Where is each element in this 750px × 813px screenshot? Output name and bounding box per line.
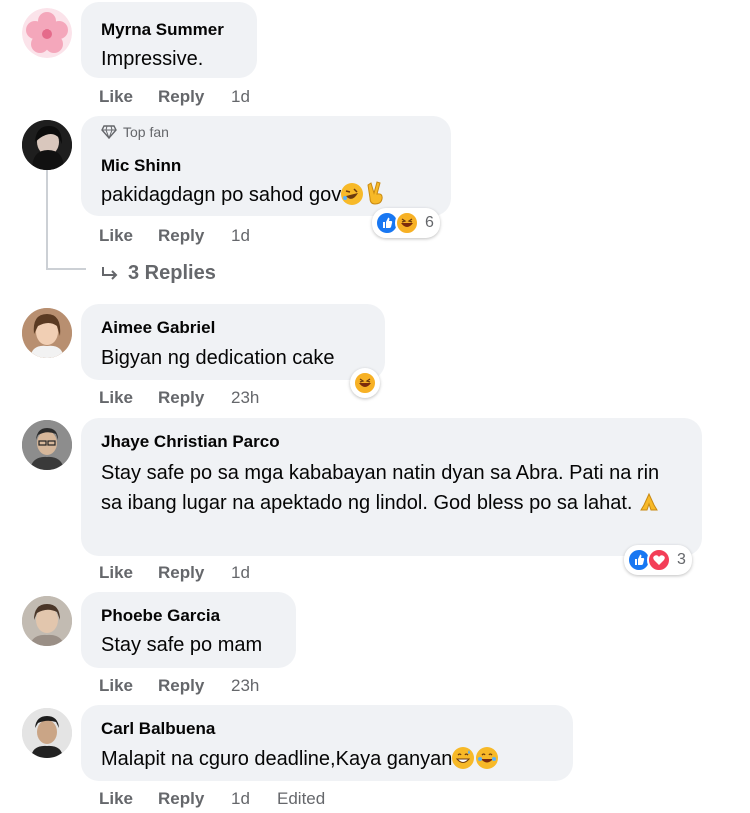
edited-label[interactable]: Edited [277,789,325,809]
avatar[interactable] [22,420,72,470]
reply-button[interactable]: Reply [158,789,204,809]
comment-text: Stay safe po sa mga kababayan natin dyan… [101,458,678,522]
rofl-emoji-icon [341,183,364,205]
commenter-name[interactable]: Aimee Gabriel [101,318,215,338]
reply-arrow-icon [102,267,118,280]
like-button[interactable]: Like [99,388,133,408]
haha-reaction-icon [395,211,419,235]
care-reaction-icon [647,548,671,572]
reply-button[interactable]: Reply [158,87,204,107]
flower-avatar-icon [22,8,72,58]
commenter-name[interactable]: Mic Shinn [101,156,181,176]
comment-bubble: Carl Balbuena Malapit na cguro deadline,… [81,705,573,781]
timestamp[interactable]: 1d [231,87,250,107]
view-replies-link[interactable]: 3 Replies [100,262,216,285]
top-fan-label: Top fan [123,124,169,140]
tears-of-joy-emoji-icon [476,747,499,769]
person-avatar-icon [22,420,72,470]
comment-bubble: Phoebe Garcia Stay safe po mam [81,592,296,668]
reaction-count: 3 [677,551,686,568]
avatar[interactable] [22,708,72,758]
timestamp[interactable]: 1d [231,789,250,809]
replies-count[interactable]: 3 Replies [128,262,216,284]
reaction-summary[interactable]: 6 [372,208,440,238]
thread-line [46,170,48,270]
timestamp[interactable]: 23h [231,676,259,696]
praying-hands-emoji-icon [638,491,660,522]
comment-bubble: Jhaye Christian Parco Stay safe po sa mg… [81,418,702,556]
commenter-name[interactable]: Jhaye Christian Parco [101,432,280,452]
like-button[interactable]: Like [99,226,133,246]
comment-text: Impressive. [101,48,204,70]
comment-bubble: Myrna Summer Impressive. [81,2,257,78]
reaction-summary[interactable] [350,368,380,398]
timestamp[interactable]: 23h [231,388,259,408]
comment-text-content: Stay safe po sa mga kababayan natin dyan… [101,462,660,514]
like-button[interactable]: Like [99,789,133,809]
thread-line-curve [46,268,86,270]
person-avatar-icon [22,308,72,358]
timestamp[interactable]: 1d [231,563,250,583]
avatar[interactable] [22,596,72,646]
person-avatar-icon [22,596,72,646]
comment-text: Bigyan ng dedication cake [101,347,335,369]
avatar[interactable] [22,8,72,58]
reply-button[interactable]: Reply [158,388,204,408]
comment-text-content: pakidagdagn po sahod gov [101,184,342,206]
top-fan-badge: Top fan [101,124,169,140]
avatar[interactable] [22,308,72,358]
like-button[interactable]: Like [99,676,133,696]
reaction-summary[interactable]: 3 [624,545,692,575]
grinning-sweat-emoji-icon [452,747,475,769]
timestamp[interactable]: 1d [231,226,250,246]
person-avatar-icon [22,708,72,758]
comment-text-content: Malapit na cguro deadline,Kaya ganyan [101,748,453,770]
haha-reaction-icon [353,371,377,395]
reaction-count: 6 [425,214,434,231]
like-button[interactable]: Like [99,87,133,107]
reply-button[interactable]: Reply [158,563,204,583]
diamond-icon [101,125,117,140]
comment-text: Stay safe po mam [101,634,263,656]
avatar[interactable] [22,120,72,170]
commenter-name[interactable]: Phoebe Garcia [101,606,220,626]
commenter-name[interactable]: Myrna Summer [101,20,224,40]
like-button[interactable]: Like [99,563,133,583]
comment-text: Malapit na cguro deadline,Kaya ganyan [101,744,557,774]
commenter-name[interactable]: Carl Balbuena [101,719,215,739]
comment-bubble: Aimee Gabriel Bigyan ng dedication cake [81,304,385,380]
reply-button[interactable]: Reply [158,676,204,696]
comment-bubble: Top fan Mic Shinn pakidagdagn po sahod g… [81,116,451,216]
person-avatar-icon [22,120,72,170]
reply-button[interactable]: Reply [158,226,204,246]
